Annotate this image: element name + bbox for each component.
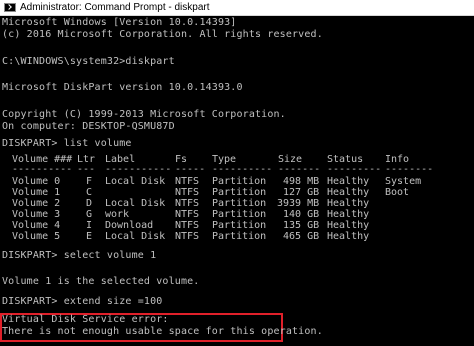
console-line-copyright-ms: (c) 2016 Microsoft Corporation. All righ…	[2, 29, 323, 40]
console-line-error-message: There is not enough usable space for thi…	[2, 326, 323, 337]
cell-ltr: E	[86, 231, 93, 242]
volume-table-separator: ---------- --- ----------- ----- -------…	[0, 164, 474, 176]
console-output[interactable]: Microsoft Windows [Version 10.0.14393] (…	[0, 16, 474, 346]
console-line-diskpart-copyright: Copyright (C) 1999-2013 Microsoft Corpor…	[2, 109, 286, 120]
cell-type: Partition	[212, 231, 267, 242]
volume-table: Volume ### Ltr Label Fs Type Size Status…	[0, 154, 474, 254]
cmd-icon	[4, 3, 16, 12]
cell-size: 465 GB	[283, 231, 320, 242]
console-line-cmd-extend: DISKPART> extend size =100	[2, 296, 163, 307]
console-line-cmd-diskpart: C:\WINDOWS\system32>diskpart	[2, 56, 175, 67]
cell-label: Local Disk	[105, 231, 166, 242]
console-line-computer: On computer: DESKTOP-QSMU87D	[2, 121, 175, 132]
separator-volume: ----------	[12, 164, 72, 175]
console-line-version: Microsoft Windows [Version 10.0.14393]	[2, 17, 237, 28]
console-line-diskpart-version: Microsoft DiskPart version 10.0.14393.0	[2, 82, 243, 93]
window-titlebar[interactable]: Administrator: Command Prompt - diskpart	[0, 0, 474, 16]
console-line-cmd-select: DISKPART> select volume 1	[2, 250, 157, 261]
separator-fs: -----	[175, 164, 205, 175]
console-line-error-title: Virtual Disk Service error:	[2, 314, 169, 325]
separator-size: -------	[278, 164, 321, 175]
cell-fs: NTFS	[175, 231, 200, 242]
console-line-selected: Volume 1 is the selected volume.	[2, 276, 200, 287]
console-line-cmd-list-volume: DISKPART> list volume	[2, 138, 132, 149]
separator-ltr: ---	[77, 164, 96, 175]
cell-volume: Volume 5	[12, 231, 61, 242]
separator-label: -----------	[105, 164, 171, 175]
separator-type: ----------	[212, 164, 272, 175]
cell-status: Healthy	[327, 231, 370, 242]
table-row: Volume 5 E Local Disk NTFS Partition 465…	[0, 231, 474, 243]
separator-info: --------	[385, 164, 433, 175]
separator-status: ---------	[327, 164, 381, 175]
window-title: Administrator: Command Prompt - diskpart	[20, 2, 210, 13]
